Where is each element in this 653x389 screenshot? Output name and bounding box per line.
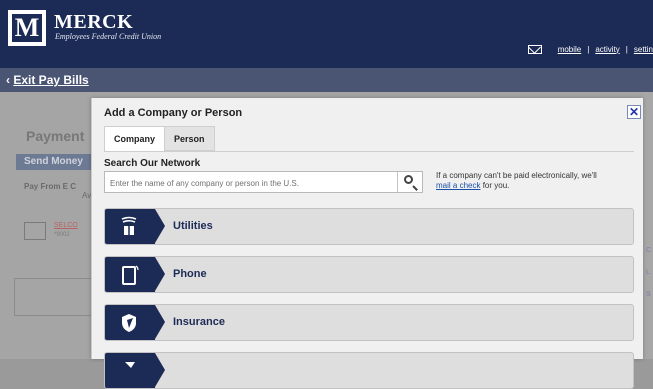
insurance-icon [122,314,136,332]
category-label: Utilities [173,220,213,232]
category-more[interactable] [104,352,634,389]
search-input[interactable] [105,172,404,194]
search-box [104,171,423,194]
brand-subtitle: Employees Federal Credit Union [55,32,162,41]
category-badge [105,353,165,388]
tab-divider [104,151,634,152]
mail-icon[interactable] [527,44,542,54]
utilities-icon [121,216,137,235]
exit-pay-bills-link[interactable]: ‹ Exit Pay Bills [6,73,89,87]
category-icon [125,362,135,368]
tab-company[interactable]: Company [104,126,166,151]
activity-link[interactable]: activity [595,45,619,54]
payee-link: SELCO [54,222,78,229]
modal-tabs: Company Person [104,126,215,151]
send-money-tab: Send Money [16,154,96,170]
category-insurance[interactable]: Insurance [104,304,634,341]
mail-a-check-link[interactable]: mail a check [436,181,480,190]
search-icon [404,175,413,184]
category-label: Insurance [173,316,225,328]
exit-pay-bills-label: Exit Pay Bills [13,73,89,87]
mail-check-helper: If a company can't be paid electronicall… [436,171,636,191]
payment-heading: Payment [26,128,85,144]
background-panel [14,278,92,316]
close-icon[interactable]: ✕ [627,105,641,119]
top-links: mobile | activity | settin [527,42,653,56]
modal-title: Add a Company or Person [104,107,243,119]
link-separator: | [625,44,628,54]
brand-name: MERCK [54,11,134,33]
helper-text: If a company can't be paid electronicall… [436,171,597,180]
sub-navigation-bar: ‹ Exit Pay Bills [0,68,653,92]
helper-text-end: for you. [482,181,510,190]
category-label: Phone [173,268,207,280]
search-button[interactable] [397,172,422,192]
logo-letter: M [12,14,42,42]
site-header: M MERCK Employees Federal Credit Union m… [0,0,653,68]
building-icon [24,222,46,240]
category-badge [105,209,165,244]
add-company-modal: Add a Company or Person ✕ Company Person… [91,98,643,389]
mobile-link[interactable]: mobile [558,45,582,54]
tab-person[interactable]: Person [165,126,215,151]
pay-from-label: Pay From E C Ava [24,182,96,200]
category-phone[interactable]: Phone [104,256,634,293]
search-heading: Search Our Network [104,158,201,169]
settings-link[interactable]: settin [634,45,653,54]
category-utilities[interactable]: Utilities [104,208,634,245]
phone-icon [122,265,139,285]
link-separator: | [587,44,590,54]
right-edge-marks: CLS [646,247,652,298]
pay-from-text: Pay From E C [24,182,77,191]
merck-logo[interactable]: M [8,10,46,46]
category-badge [105,305,165,340]
category-badge [105,257,165,292]
payee-account: *9002 [54,232,70,238]
